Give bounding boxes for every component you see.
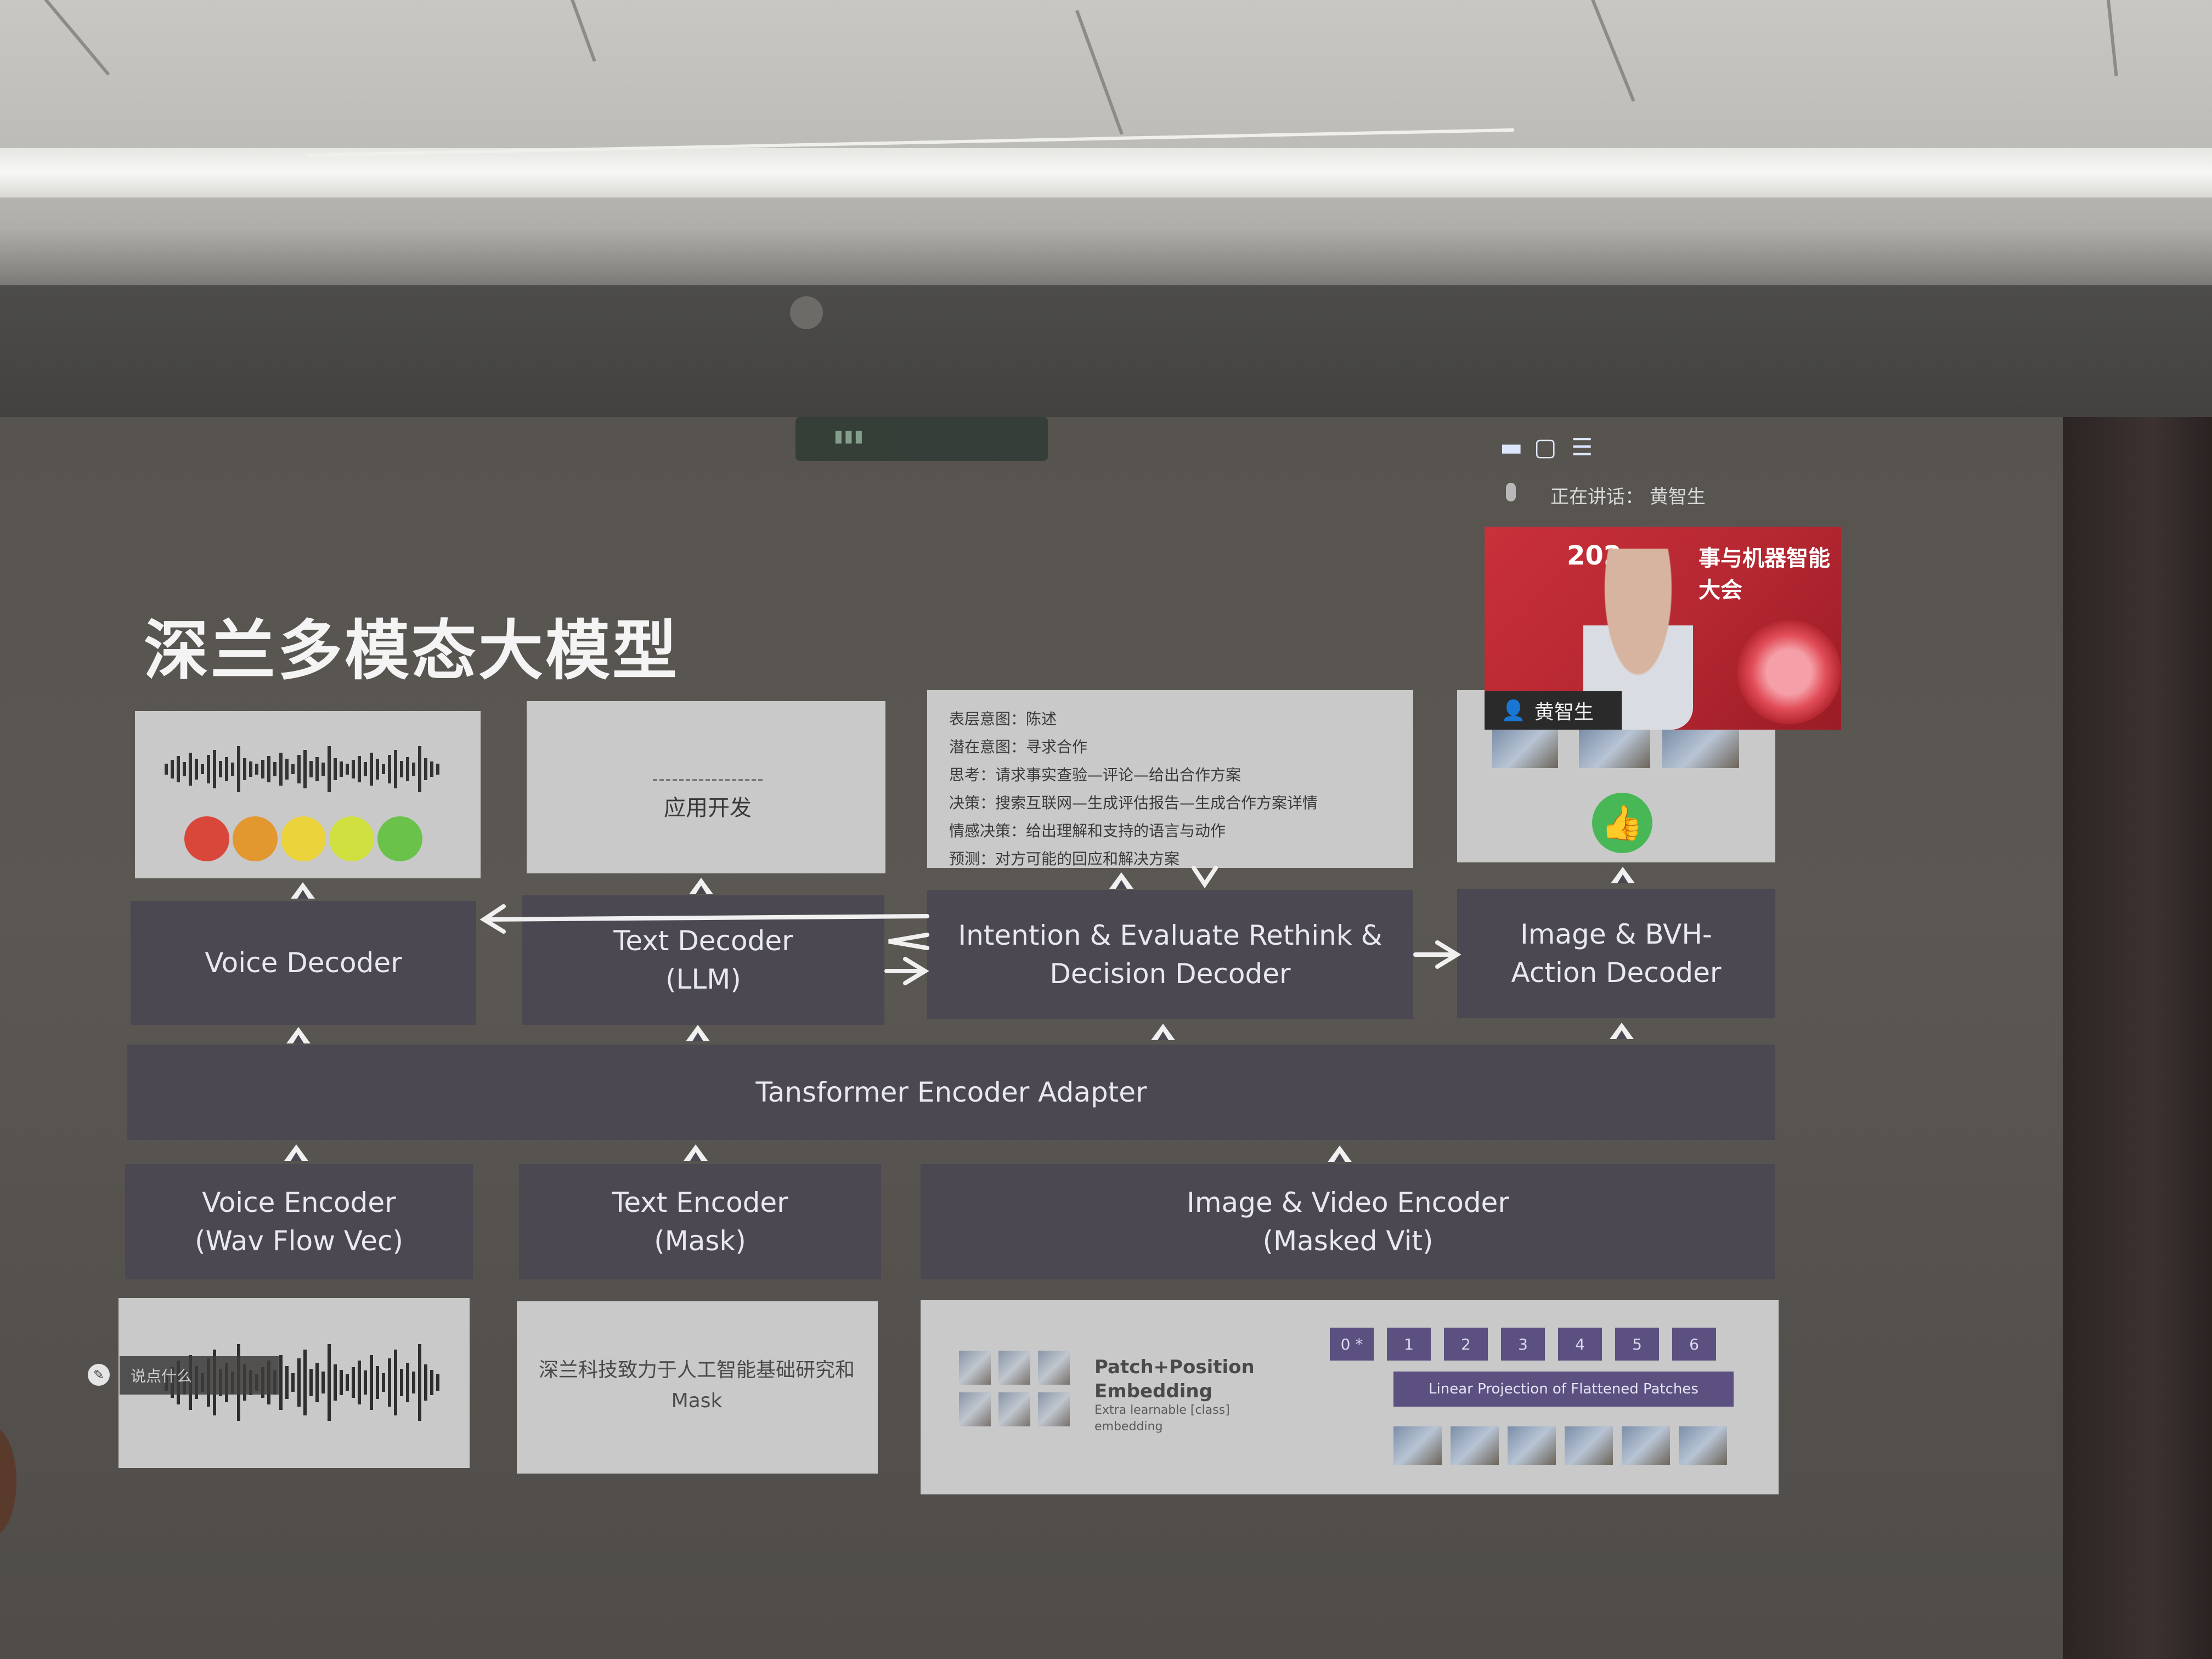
arrow-left-head	[888, 933, 929, 950]
speaker-name-tag: 👤 黄智生	[1485, 691, 1622, 730]
speaker-video[interactable]: 202 事与机器智能大会 👤黄智生	[1485, 527, 1841, 730]
video-banner-right: 事与机器智能大会	[1699, 546, 1830, 603]
video-backdrop-orb	[1737, 620, 1841, 724]
window-restore-icon[interactable]: ▢	[1534, 433, 1557, 461]
speaking-indicator: 正在讲话： 黄智生	[1550, 486, 1706, 508]
menu-icon[interactable]: ☰	[1571, 433, 1593, 461]
connector-arrows	[479, 866, 1462, 985]
arrow-down-head	[1192, 866, 1218, 889]
window-minimize-icon[interactable]: ▬	[1500, 433, 1523, 461]
chat-input-overlay[interactable]: 说点什么	[120, 1356, 279, 1395]
user-icon: 👤	[1501, 699, 1526, 722]
mic-icon[interactable]	[1506, 483, 1516, 501]
chat-icon[interactable]: ✎	[88, 1364, 110, 1386]
arrow-intention-to-voice	[482, 914, 929, 922]
